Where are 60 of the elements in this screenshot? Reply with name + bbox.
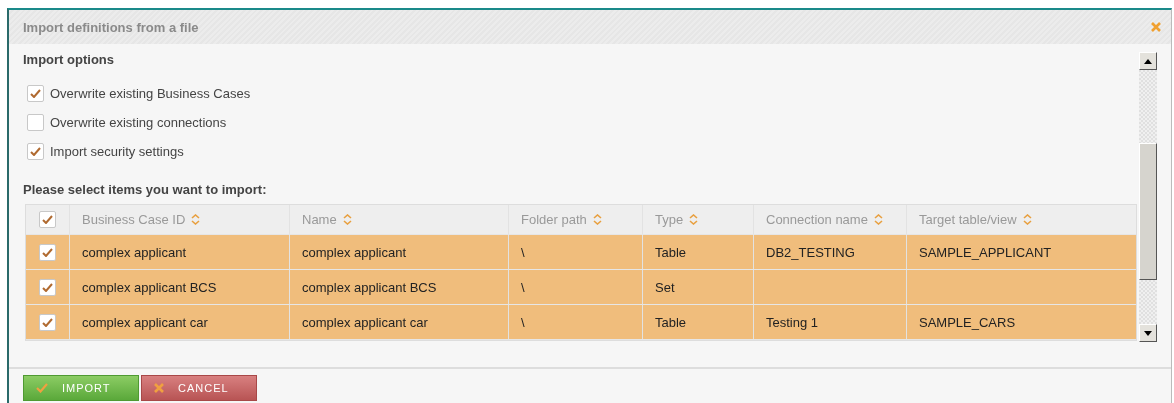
check-icon bbox=[36, 383, 48, 393]
table-cell-text: SAMPLE_CARS bbox=[918, 313, 1017, 332]
table-row[interactable]: complex applicant BCS complex applicant BCS \ Set bbox=[26, 270, 1136, 305]
check-icon bbox=[30, 147, 41, 156]
table-cell: Set bbox=[643, 270, 754, 304]
checkbox[interactable] bbox=[27, 114, 44, 131]
table-row[interactable]: complex applicant car complex applicant car \ Table Testing 1 SAMPLE_CARS bbox=[26, 305, 1136, 340]
column-header[interactable]: Business Case ID bbox=[70, 205, 290, 234]
option-label: Overwrite existing Business Cases bbox=[50, 86, 251, 101]
up-arrow-icon bbox=[1144, 58, 1152, 64]
table-cell: \ bbox=[509, 235, 643, 269]
section-heading: Import options bbox=[23, 52, 115, 67]
section-heading: Please select items you want to import: bbox=[23, 182, 268, 197]
table-cell: complex applicant bbox=[70, 235, 290, 269]
table-cell: \ bbox=[509, 270, 643, 304]
sort-icon bbox=[191, 214, 201, 225]
checkbox[interactable] bbox=[27, 143, 44, 160]
checkbox[interactable] bbox=[39, 243, 56, 261]
checkbox[interactable] bbox=[39, 313, 56, 331]
sort-icon bbox=[342, 214, 352, 225]
table-cell: complex applicant BCS bbox=[70, 270, 290, 304]
cancel-button[interactable]: CANCEL bbox=[141, 375, 257, 401]
sort-icon bbox=[1022, 214, 1032, 225]
column-header[interactable]: Folder path bbox=[509, 205, 643, 234]
table-cell: complex applicant car bbox=[70, 305, 290, 339]
scroll-up-button[interactable] bbox=[1139, 52, 1157, 70]
import-button[interactable]: IMPORT bbox=[23, 375, 139, 401]
check-icon bbox=[42, 317, 53, 327]
column-header[interactable]: Target table/view bbox=[907, 205, 1136, 234]
dialog-title: Import definitions from a file bbox=[23, 19, 199, 35]
check-icon bbox=[42, 247, 53, 257]
checkbox[interactable] bbox=[39, 211, 56, 228]
table-cell: Table bbox=[643, 235, 754, 269]
checkbox[interactable] bbox=[27, 85, 44, 102]
sort-icon bbox=[592, 214, 602, 225]
scrollbar[interactable] bbox=[1139, 52, 1157, 342]
table-cell: Testing 1 bbox=[754, 305, 907, 339]
sort-icon bbox=[873, 214, 883, 225]
check-icon bbox=[30, 89, 41, 98]
scroll-down-button[interactable] bbox=[1139, 324, 1157, 342]
table-cell: complex applicant bbox=[290, 235, 509, 269]
column-header[interactable]: Type bbox=[643, 205, 754, 234]
column-header[interactable]: Connection name bbox=[754, 205, 907, 234]
close-icon bbox=[154, 383, 164, 393]
table-cell: DB2_TESTING bbox=[754, 235, 907, 269]
sort-icon bbox=[689, 214, 699, 225]
table-row[interactable]: complex applicant complex applicant \ Table DB2_TESTING SAMPLE_APPLICANT bbox=[26, 235, 1136, 270]
table-cell: \ bbox=[509, 305, 643, 339]
down-arrow-icon bbox=[1144, 330, 1152, 336]
check-icon bbox=[42, 215, 53, 224]
table-cell: complex applicant car bbox=[290, 305, 509, 339]
table-cell-text: SAMPLE_APPLICANT bbox=[918, 243, 1053, 262]
table-cell: complex applicant BCS bbox=[290, 270, 509, 304]
table-cell: Table bbox=[643, 305, 754, 339]
check-icon bbox=[42, 282, 53, 292]
option-label: Import security settings bbox=[50, 144, 184, 159]
checkbox[interactable] bbox=[39, 278, 56, 296]
option-label: Overwrite existing connections bbox=[50, 115, 227, 130]
column-header[interactable]: Name bbox=[290, 205, 509, 234]
scroll-thumb[interactable] bbox=[1139, 143, 1157, 280]
